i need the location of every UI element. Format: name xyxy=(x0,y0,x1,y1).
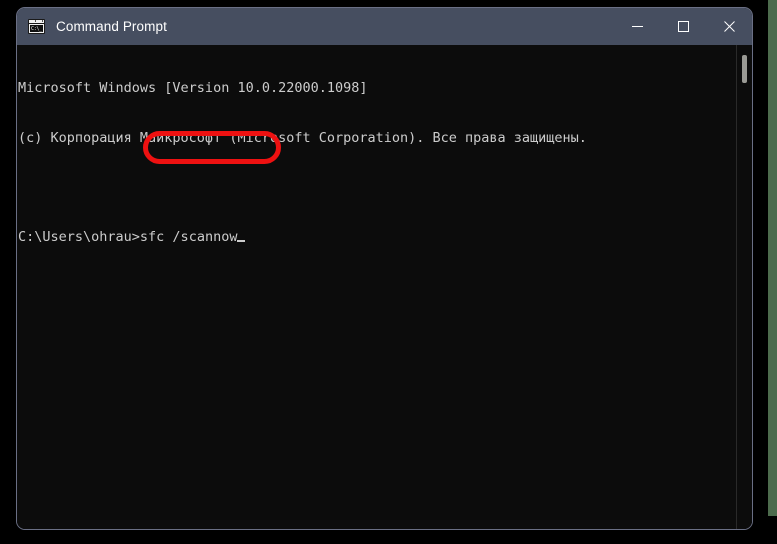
desktop-background: C:\_ Command Prompt Microsoft Windows [V… xyxy=(0,0,777,544)
scrollbar-thumb[interactable] xyxy=(742,55,747,83)
command-prompt-window: C:\_ Command Prompt Microsoft Windows [V… xyxy=(16,7,753,530)
console-prompt-line: C:\Users\ohrau>sfc /scannow xyxy=(17,229,587,246)
window-title: Command Prompt xyxy=(56,19,167,34)
window-titlebar[interactable]: C:\_ Command Prompt xyxy=(17,8,752,45)
close-button[interactable] xyxy=(706,8,752,45)
minimize-icon xyxy=(631,26,643,27)
titlebar-left-group: C:\_ Command Prompt xyxy=(17,19,614,34)
console-output-area[interactable]: Microsoft Windows [Version 10.0.22000.10… xyxy=(17,45,752,529)
text-cursor xyxy=(237,239,246,242)
icon-prompt-glyph: C:\_ xyxy=(30,25,43,32)
console-line-1: Microsoft Windows [Version 10.0.22000.10… xyxy=(18,80,368,96)
close-icon xyxy=(723,21,735,32)
prompt-path: C:\Users\ohrau> xyxy=(18,228,140,245)
console-line-2: (c) Корпорация Майкрософт (Microsoft Cor… xyxy=(18,129,587,146)
maximize-button[interactable] xyxy=(660,8,706,45)
command-prompt-icon: C:\_ xyxy=(28,19,45,34)
console-text-buffer: Microsoft Windows [Version 10.0.22000.10… xyxy=(17,47,587,278)
window-controls xyxy=(614,8,752,45)
desktop-wallpaper-right-edge xyxy=(768,0,777,516)
console-line-3 xyxy=(17,179,587,196)
minimize-button[interactable] xyxy=(614,8,660,45)
typed-command: sfc /scannow xyxy=(139,228,238,245)
console-scrollbar[interactable] xyxy=(736,45,752,529)
maximize-icon xyxy=(677,21,689,32)
icon-titlebar-stripe xyxy=(29,20,44,24)
